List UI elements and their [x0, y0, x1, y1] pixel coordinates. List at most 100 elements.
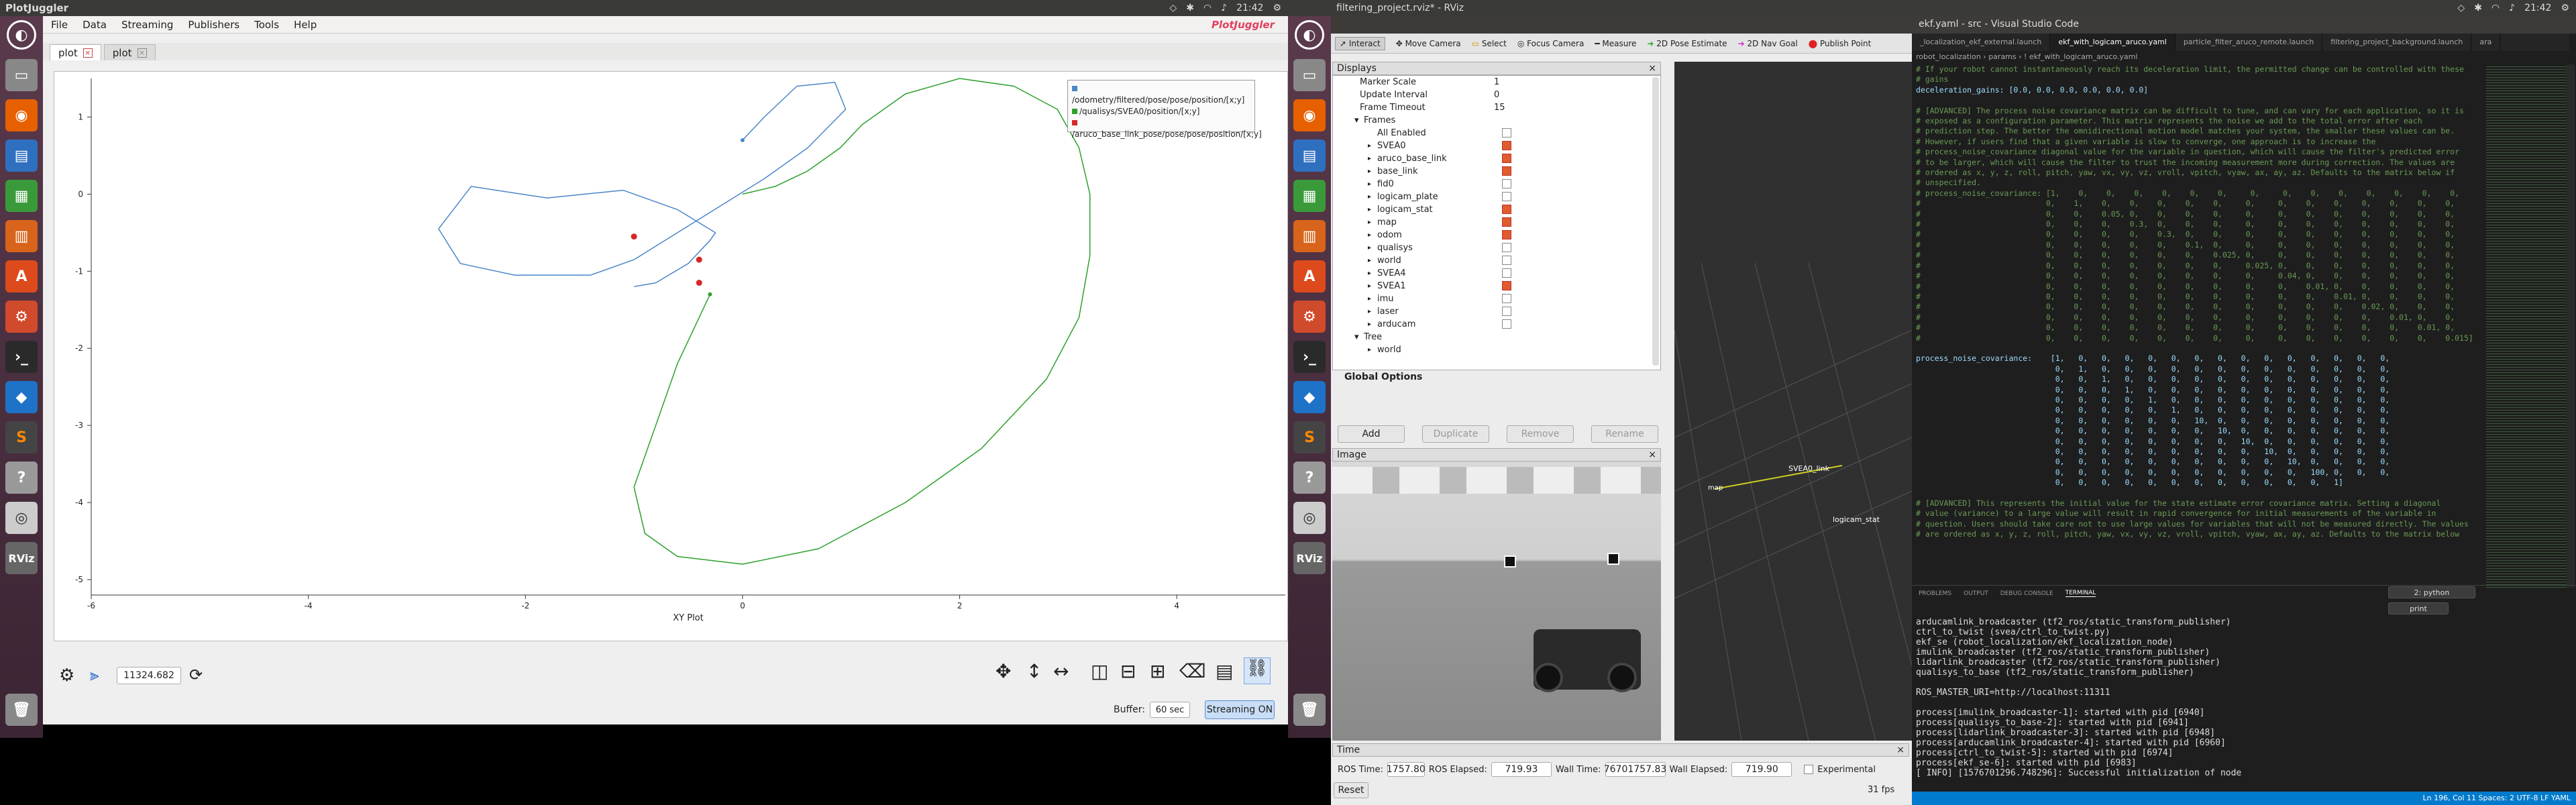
- menu-tools[interactable]: Tools: [254, 19, 279, 31]
- frame-checkbox[interactable]: [1502, 294, 1511, 303]
- frame-checkbox[interactable]: [1502, 179, 1511, 189]
- clear-icon[interactable]: ⌫: [1179, 660, 1206, 682]
- ros-elapsed-field[interactable]: 719.93: [1491, 762, 1552, 777]
- displays-scrollbar[interactable]: [1652, 77, 1659, 366]
- frame-item[interactable]: ▸ SVEA4: [1333, 267, 1660, 280]
- frame-checkbox[interactable]: [1502, 154, 1511, 163]
- settings-gear-icon[interactable]: ⚙: [59, 665, 74, 686]
- frame-checkbox[interactable]: [1502, 256, 1511, 265]
- rviz-3d-view[interactable]: SVEA0_link logicam_stat map: [1674, 62, 1912, 741]
- streaming-toggle-button[interactable]: Streaming ON: [1205, 700, 1275, 719]
- system-tray-right[interactable]: ◇ ✱ ◠ ♪ 21:42 ⚙: [2457, 0, 2569, 16]
- panel-tab[interactable]: DEBUG CONSOLE: [2000, 590, 2053, 597]
- editor-tab[interactable]: ekf_with_logicam_aruco.yaml: [2050, 34, 2176, 51]
- files-icon[interactable]: ▭: [5, 59, 38, 91]
- menu-file[interactable]: File: [51, 19, 68, 31]
- link-axes-icon[interactable]: ⛓: [1244, 657, 1271, 684]
- frame-checkbox[interactable]: [1502, 243, 1511, 252]
- frame-item[interactable]: ▸ logicam_stat: [1333, 203, 1660, 216]
- tool-measure[interactable]: ━ Measure: [1595, 39, 1636, 48]
- tool-move-camera[interactable]: ✥ Move Camera: [1396, 39, 1461, 48]
- frame-item[interactable]: ▸ logicam_plate: [1333, 191, 1660, 203]
- terminal-select[interactable]: 2: python: [2388, 586, 2475, 598]
- frame-item[interactable]: ▸ aruco_base_link: [1333, 152, 1660, 165]
- plotjuggler-icon[interactable]: ◎: [1293, 502, 1326, 534]
- ubuntu-logo-icon[interactable]: ◐: [1295, 20, 1324, 50]
- frames-group[interactable]: ▾ Frames: [1333, 114, 1660, 127]
- clock[interactable]: 21:42: [1236, 3, 1263, 13]
- split-horizontal-icon[interactable]: ◫: [1091, 660, 1108, 682]
- ros-time-field[interactable]: 1757.80: [1387, 762, 1426, 777]
- frame-checkbox[interactable]: [1502, 230, 1511, 239]
- volume-icon[interactable]: ♪: [2509, 3, 2515, 13]
- dropbox-icon[interactable]: ◇: [2457, 3, 2465, 13]
- software-center-icon[interactable]: A: [5, 260, 38, 292]
- impress-icon[interactable]: ▥: [5, 220, 38, 252]
- frame-checkbox[interactable]: [1502, 128, 1511, 138]
- tool-focus-camera[interactable]: ◎ Focus Camera: [1517, 39, 1584, 48]
- help-icon[interactable]: ?: [1293, 462, 1326, 494]
- reset-button[interactable]: Reset: [1334, 782, 1368, 798]
- display-property[interactable]: Update Interval 0: [1333, 89, 1660, 101]
- frame-checkbox[interactable]: [1502, 268, 1511, 278]
- impress-icon[interactable]: ▥: [1293, 220, 1326, 252]
- panel-tab[interactable]: OUTPUT: [1964, 590, 1988, 597]
- volume-icon[interactable]: ♪: [1221, 3, 1227, 13]
- frame-checkbox[interactable]: [1502, 205, 1511, 214]
- rename-display-button[interactable]: Rename: [1591, 425, 1658, 443]
- bluetooth-icon[interactable]: ✱: [2474, 3, 2482, 13]
- software-center-icon[interactable]: A: [1293, 260, 1326, 292]
- system-settings-icon[interactable]: ⚙: [5, 301, 38, 333]
- help-icon[interactable]: ?: [5, 462, 38, 494]
- displays-tree[interactable]: Marker Scale 1 Update Interval 0 Frame Timeo…: [1332, 75, 1661, 370]
- editor-tab[interactable]: filtering_project_background.launch: [2322, 34, 2472, 51]
- settings-gear-icon[interactable]: ⚙: [1273, 3, 1281, 13]
- tool-select[interactable]: ▭ Select: [1472, 39, 1507, 48]
- panel-tab[interactable]: PROBLEMS: [1919, 590, 1951, 597]
- bluetooth-icon[interactable]: ✱: [1186, 3, 1194, 13]
- tree-group[interactable]: ▾ Tree: [1333, 331, 1660, 343]
- editor-tab[interactable]: ara: [2471, 34, 2501, 51]
- calc-icon[interactable]: ▦: [5, 180, 38, 212]
- frame-checkbox[interactable]: [1502, 192, 1511, 201]
- rviz-icon[interactable]: RViz: [1293, 542, 1326, 574]
- tab-plot-1[interactable]: plot ×: [50, 44, 101, 60]
- frame-item[interactable]: ▸ map: [1333, 216, 1660, 229]
- vscode-icon[interactable]: ◆: [5, 381, 38, 413]
- close-panel-icon[interactable]: ×: [1648, 449, 1656, 460]
- trash-icon[interactable]: 🗑: [5, 694, 38, 726]
- global-options-row[interactable]: Global Options: [1344, 372, 1422, 382]
- experimental-checkbox[interactable]: [1804, 765, 1814, 774]
- panel-tab[interactable]: TERMINAL: [2065, 590, 2096, 597]
- save-layout-icon[interactable]: ⊞: [1150, 660, 1165, 682]
- menu-data[interactable]: Data: [83, 19, 107, 31]
- tool-interact[interactable]: ➚ Interact: [1335, 36, 1385, 50]
- trash-icon[interactable]: 🗑: [1293, 694, 1326, 726]
- frame-checkbox[interactable]: [1502, 141, 1511, 150]
- files-icon[interactable]: ▭: [1293, 59, 1326, 91]
- terminal-icon[interactable]: ›_: [5, 341, 38, 373]
- breadcrumb[interactable]: robot_localization › params › ! ekf_with…: [1916, 52, 2137, 61]
- close-panel-icon[interactable]: ×: [1896, 745, 1904, 755]
- frame-item[interactable]: All Enabled: [1333, 127, 1660, 140]
- xy-plot[interactable]: -6 -4 -2 0 2 4 1 0 -1 -2 -3 -4 -5 XY Plot: [54, 72, 1287, 641]
- zoom-horizontal-icon[interactable]: ↔: [1053, 660, 1069, 682]
- tool-pose-estimate[interactable]: ➜ 2D Pose Estimate: [1647, 39, 1727, 48]
- wall-elapsed-field[interactable]: 719.90: [1731, 762, 1792, 777]
- property-value[interactable]: 15: [1494, 101, 1505, 114]
- code-editor[interactable]: # If your robot cannot instantaneously r…: [1916, 64, 2486, 588]
- add-display-button[interactable]: Add: [1338, 425, 1405, 443]
- time-value-field[interactable]: 11324.682: [117, 667, 181, 684]
- menu-publishers[interactable]: Publishers: [188, 19, 239, 31]
- table-view-icon[interactable]: ▤: [1216, 660, 1233, 682]
- display-property[interactable]: Marker Scale 1: [1333, 76, 1660, 89]
- system-settings-icon[interactable]: ⚙: [1293, 301, 1326, 333]
- property-value[interactable]: 0: [1494, 89, 1499, 101]
- clock[interactable]: 21:42: [2524, 3, 2551, 13]
- split-vertical-icon[interactable]: ⊟: [1120, 660, 1136, 682]
- display-property[interactable]: Frame Timeout 15: [1333, 101, 1660, 114]
- pan-move-icon[interactable]: ✥: [996, 660, 1011, 682]
- frame-item[interactable]: ▸ odom: [1333, 229, 1660, 241]
- firefox-icon[interactable]: ◉: [1293, 99, 1326, 131]
- frame-checkbox[interactable]: [1502, 307, 1511, 316]
